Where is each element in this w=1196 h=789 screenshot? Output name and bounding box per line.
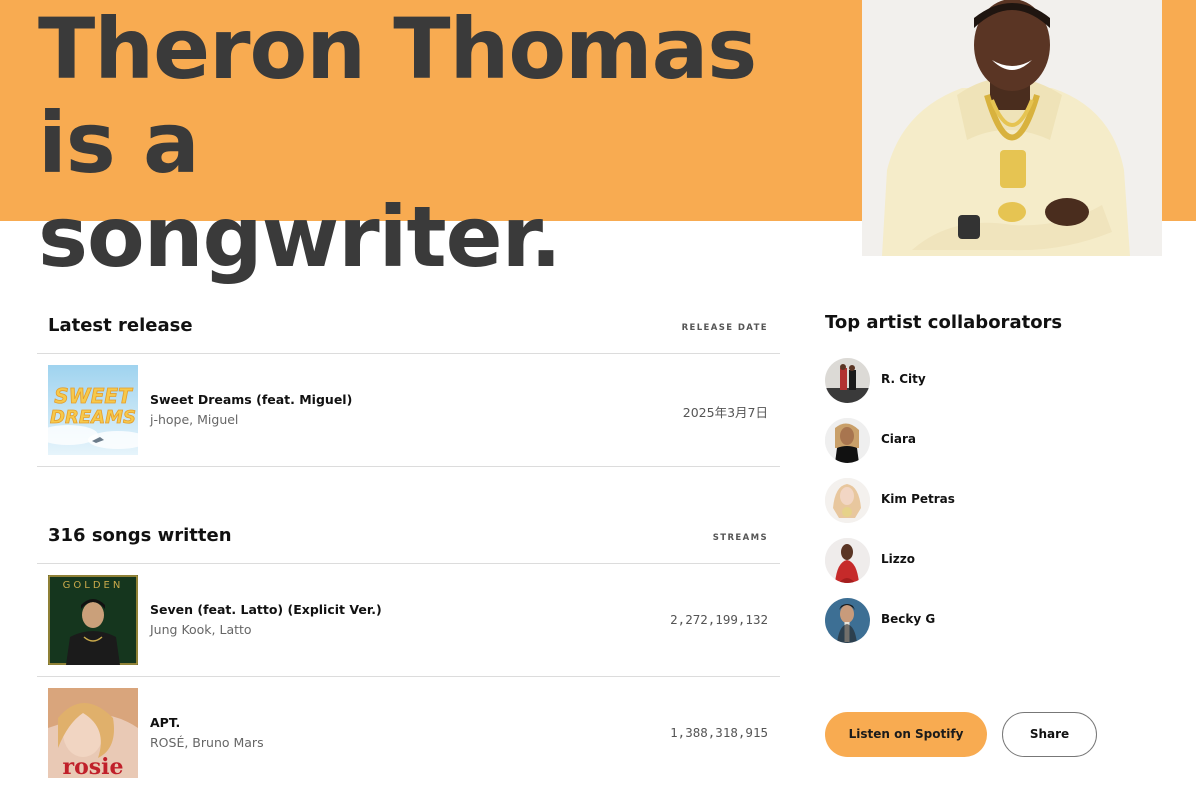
stream-count: 1,388,318,915 — [670, 725, 768, 740]
page-title: Theron Thomas is a songwriter. — [38, 2, 858, 284]
page-title-line-2: songwriter. — [38, 188, 562, 286]
share-button[interactable]: Share — [1002, 712, 1097, 757]
song-title[interactable]: Sweet Dreams (feat. Miguel) — [150, 392, 352, 407]
collaborator-name[interactable]: R. City — [881, 372, 926, 386]
song-artists[interactable]: ROSÉ, Bruno Mars — [150, 735, 264, 750]
song-row[interactable]: GOLDEN Seven (feat. Latto) (Explicit Ver… — [37, 564, 780, 677]
album-cover: SWEET DREAMS — [48, 365, 138, 455]
listen-on-spotify-button[interactable]: Listen on Spotify — [825, 712, 987, 757]
streams-column-label: STREAMS — [712, 533, 768, 543]
collaborator-name[interactable]: Lizzo — [881, 552, 915, 566]
cover-text-sweet: SWEET — [54, 384, 133, 408]
avatar[interactable] — [825, 418, 870, 463]
release-date: 2025年3月7日 — [682, 405, 768, 420]
avatar[interactable] — [825, 358, 870, 403]
collaborator-name[interactable]: Ciara — [881, 432, 916, 446]
song-artists[interactable]: Jung Kook, Latto — [150, 622, 252, 637]
cover-text-golden: GOLDEN — [63, 580, 124, 591]
avatar[interactable] — [825, 478, 870, 523]
latest-release-header: Latest release RELEASE DATE — [37, 293, 780, 354]
latest-release-row[interactable]: SWEET DREAMS Sweet Dreams (feat. Miguel)… — [37, 354, 780, 467]
collaborator-name[interactable]: Kim Petras — [881, 492, 955, 506]
collaborator-item[interactable]: R. City — [825, 358, 1125, 404]
songwriter-portrait — [862, 0, 1162, 256]
avatar[interactable] — [825, 598, 870, 643]
album-cover: GOLDEN — [48, 575, 138, 665]
collaborator-item[interactable]: Kim Petras — [825, 478, 1125, 524]
collaborator-item[interactable]: Becky G — [825, 598, 1125, 644]
song-row[interactable]: rosie APT. ROSÉ, Bruno Mars 1,388,318,91… — [37, 677, 780, 789]
album-cover: rosie — [48, 688, 138, 778]
page-title-line-1: Theron Thomas is a — [38, 0, 757, 192]
collaborator-name[interactable]: Becky G — [881, 612, 935, 626]
latest-release-heading: Latest release — [48, 315, 193, 336]
stream-count: 2,272,199,132 — [670, 612, 768, 627]
song-title[interactable]: APT. — [150, 715, 180, 730]
song-title[interactable]: Seven (feat. Latto) (Explicit Ver.) — [150, 602, 382, 617]
collaborator-item[interactable]: Ciara — [825, 418, 1125, 464]
songs-written-heading: 316 songs written — [48, 525, 232, 546]
collaborators-heading: Top artist collaborators — [825, 312, 1063, 333]
cover-text-rosie: rosie — [62, 754, 123, 778]
release-date-column-label: RELEASE DATE — [681, 323, 768, 333]
collaborator-item[interactable]: Lizzo — [825, 538, 1125, 584]
song-artists[interactable]: j-hope, Miguel — [150, 412, 238, 427]
cover-text-dreams: DREAMS — [50, 407, 136, 428]
avatar[interactable] — [825, 538, 870, 583]
songs-written-header: 316 songs written STREAMS — [37, 503, 780, 564]
